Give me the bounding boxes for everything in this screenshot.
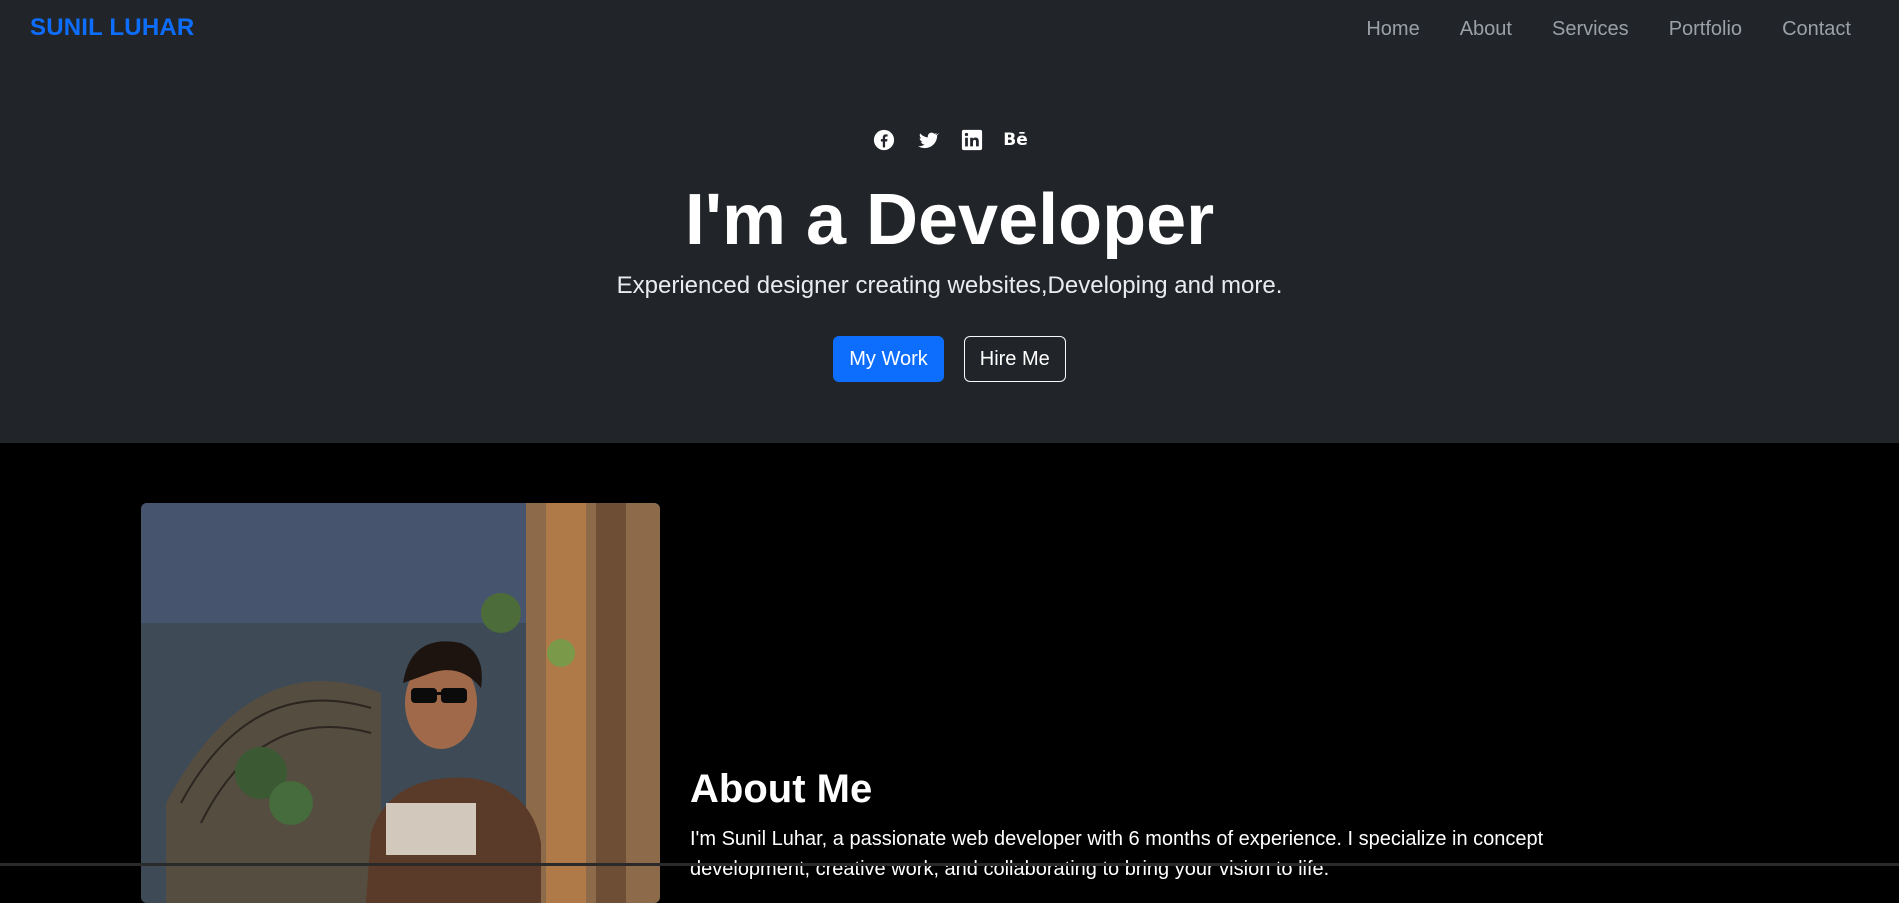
social-links: Bē	[0, 128, 1899, 152]
about-title: About Me	[690, 767, 873, 811]
hero-section: Bē I'm a Developer Experienced designer …	[0, 60, 1899, 443]
about-section: About Me I'm Sunil Luhar, a passionate w…	[0, 443, 1899, 903]
my-work-button[interactable]: My Work	[833, 336, 944, 382]
behance-icon[interactable]: Bē	[1003, 128, 1028, 152]
nav-link-contact[interactable]: Contact	[1782, 18, 1851, 41]
hero-buttons: My Work Hire Me	[0, 336, 1899, 382]
hero-subtitle: Experienced designer creating websites,D…	[616, 272, 1283, 299]
hero-title: I'm a Developer	[684, 180, 1215, 260]
hire-me-button[interactable]: Hire Me	[963, 336, 1066, 382]
nav-link-portfolio[interactable]: Portfolio	[1669, 18, 1742, 41]
about-text: I'm Sunil Luhar, a passionate web develo…	[690, 828, 1544, 880]
nav-links: Home About Services Portfolio Contact	[1326, 18, 1851, 41]
navbar: SUNIL LUHAR Home About Services Portfoli…	[0, 0, 1899, 60]
photo-illustration	[141, 503, 660, 903]
facebook-icon[interactable]	[872, 128, 896, 152]
nav-link-home[interactable]: Home	[1366, 18, 1419, 41]
twitter-icon[interactable]	[916, 128, 940, 152]
nav-link-services[interactable]: Services	[1552, 18, 1629, 41]
linkedin-icon[interactable]	[960, 128, 984, 152]
profile-photo	[141, 503, 660, 903]
nav-link-about[interactable]: About	[1460, 18, 1512, 41]
brand-logo[interactable]: SUNIL LUHAR	[30, 14, 194, 42]
